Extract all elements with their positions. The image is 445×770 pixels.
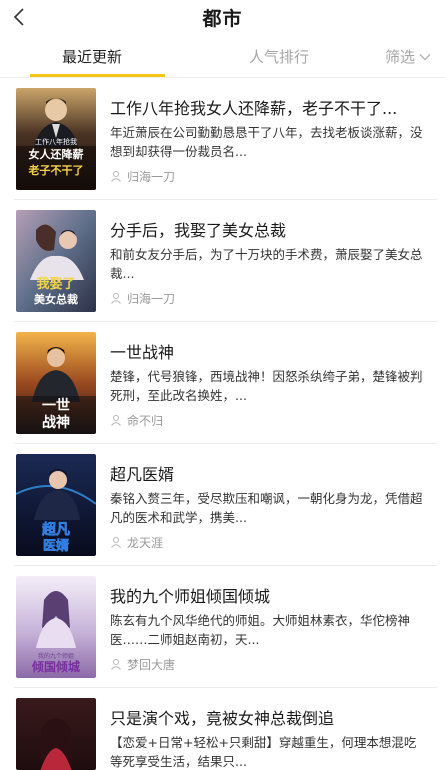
book-item[interactable]: 我的九个师姐 倾国倾城 我的九个师姐倾国倾城 陈玄有九个风华绝代的师姐。大师姐林… [0, 568, 445, 688]
svg-text:我的九个师姐: 我的九个师姐 [38, 652, 74, 660]
divider [14, 443, 437, 444]
svg-text:老子不干了: 老子不干了 [28, 163, 84, 177]
book-item[interactable]: 我娶了 美女总裁 分手后，我娶了美女总裁 和前女友分手后，为了十万块的手术费，萧… [0, 202, 445, 322]
book-cover: 工作八年抢我 女人还降薪 老子不干了 [16, 88, 96, 190]
svg-text:我娶了: 我娶了 [36, 276, 75, 292]
book-cover: 超凡 医婿 [16, 454, 96, 556]
user-icon [111, 537, 121, 548]
user-icon [111, 293, 121, 304]
book-cover [16, 698, 96, 770]
book-author: 归海一刀 [110, 290, 175, 306]
book-description: 陈玄有九个风华绝代的师姐。大师姐林素衣，华佗榜神医……二师姐赵南初，天... [110, 613, 411, 647]
user-icon [111, 415, 121, 426]
book-description: 年近萧辰在公司勤勤恳恳干了八年，去找老板谈涨薪，没想到却获得一份裁员名... [110, 125, 423, 159]
book-author: 龙天涯 [110, 534, 163, 550]
user-icon [111, 659, 121, 670]
user-icon [111, 171, 121, 182]
book-description: 【恋爱+日常+轻松+只剩甜】穿越重生，何理本想混吃等死享受生活，结果只... [110, 735, 417, 769]
book-title: 我的九个师姐倾国倾城 [110, 587, 271, 606]
svg-text:工作八年抢我: 工作八年抢我 [35, 137, 77, 146]
book-title: 只是演个戏，竟被女神总裁倒追 [110, 709, 335, 728]
book-author: 命不归 [110, 412, 163, 428]
book-item[interactable]: 超凡 医婿 超凡医婿 秦铭入赘三年，受尽欺压和嘲讽，一朝化身为龙，凭借超凡的医术… [0, 446, 445, 566]
book-cover: 一世 战神 [16, 332, 96, 434]
top-bar: 都市 [0, 0, 445, 34]
svg-text:医婿: 医婿 [43, 538, 70, 554]
svg-text:美女总裁: 美女总裁 [34, 292, 78, 306]
book-author: 梦回大唐 [110, 656, 175, 672]
book-item[interactable]: 只是演个戏，竟被女神总裁倒追 【恋爱+日常+轻松+只剩甜】穿越重生，何理本想混吃… [0, 690, 445, 770]
page-title: 都市 [202, 8, 243, 30]
book-description: 和前女友分手后，为了十万块的手术费，萧辰娶了美女总裁... [110, 247, 423, 281]
book-title: 超凡医婿 [110, 465, 175, 484]
book-title: 一世战神 [110, 343, 175, 362]
book-description: 楚锋，代号狼锋，西境战神！因怒杀纨绔子弟，楚锋被判死刑，至此改名换姓，... [110, 369, 423, 403]
divider [14, 687, 437, 688]
active-tab-indicator [30, 74, 165, 77]
filter-button[interactable]: 筛选 [385, 46, 431, 67]
author-name: 梦回大唐 [127, 657, 176, 672]
divider [14, 199, 437, 200]
svg-text:一世: 一世 [42, 397, 70, 414]
author-name: 归海一刀 [127, 169, 176, 184]
svg-text:超凡: 超凡 [41, 521, 70, 538]
book-author: 归海一刀 [110, 168, 175, 184]
tab-popularity-ranking[interactable]: 人气排行 [249, 46, 309, 67]
book-title: 工作八年抢我女人还降薪，老子不干了... [110, 99, 398, 118]
book-cover: 我的九个师姐 倾国倾城 [16, 576, 96, 678]
svg-text:战神: 战神 [42, 414, 70, 431]
book-description: 秦铭入赘三年，受尽欺压和嘲讽，一朝化身为龙，凭借超凡的医术和武学，携美... [110, 491, 423, 525]
tab-bar: 最近更新 人气排行 筛选 [0, 36, 445, 78]
divider [14, 565, 437, 566]
svg-text:倾国倾城: 倾国倾城 [31, 659, 80, 674]
author-name: 命不归 [127, 413, 164, 428]
author-name: 龙天涯 [127, 535, 164, 550]
book-item[interactable]: 工作八年抢我 女人还降薪 老子不干了 工作八年抢我女人还降薪，老子不干了... … [0, 80, 445, 200]
book-title: 分手后，我娶了美女总裁 [110, 221, 287, 240]
divider [14, 321, 437, 322]
chevron-down-icon [419, 53, 431, 60]
book-item[interactable]: 一世 战神 一世战神 楚锋，代号狼锋，西境战神！因怒杀纨绔子弟，楚锋被判死刑，至… [0, 324, 445, 444]
svg-text:女人还降薪: 女人还降薪 [29, 147, 84, 161]
author-name: 归海一刀 [127, 291, 176, 306]
tab-recent-updates[interactable]: 最近更新 [62, 46, 122, 67]
book-cover: 我娶了 美女总裁 [16, 210, 96, 312]
filter-label: 筛选 [385, 48, 416, 66]
